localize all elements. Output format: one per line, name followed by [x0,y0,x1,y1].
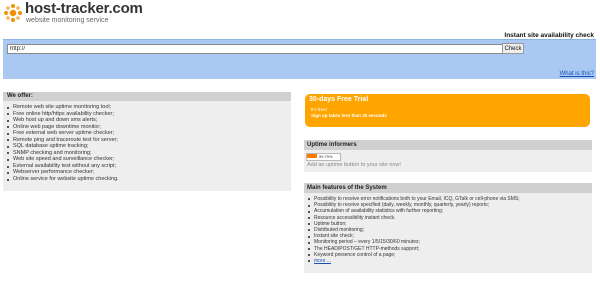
feature-more-item: more ... [308,258,588,264]
informers-description: Add an uptime button to your site now! [307,162,401,168]
check-heading: Instant site availability check [504,32,594,39]
informers-panel [304,150,592,172]
free-trial-signup-note[interactable]: Sign up takes less than 30 seconds [311,113,387,118]
what-is-this-link[interactable]: What is this? [560,71,594,77]
host-tracker-logo-icon[interactable] [3,3,23,23]
url-input[interactable] [7,44,503,54]
uptime-badge-icon [307,154,317,158]
site-tagline: website monitoring service [26,17,109,24]
free-trial-title[interactable]: 30-days Free Trial [309,96,368,103]
check-button[interactable]: Check [502,43,524,54]
offer-list: Remote web site uptime monitoring tool; … [7,104,287,183]
features-list: Possibility to receive error notificatio… [308,196,588,264]
features-title: Main features of the System [304,183,592,193]
uptime-badge-value: 99.79% [319,154,333,159]
offer-panel-title: We offer: [3,92,291,101]
more-features-link[interactable]: more ... [314,258,331,264]
offer-item: Online service for website uptime checki… [7,176,287,183]
site-title[interactable]: host-tracker.com [25,0,143,17]
free-trial-subtitle: It's free! [311,107,327,112]
informers-title: Uptime informers [304,140,592,150]
